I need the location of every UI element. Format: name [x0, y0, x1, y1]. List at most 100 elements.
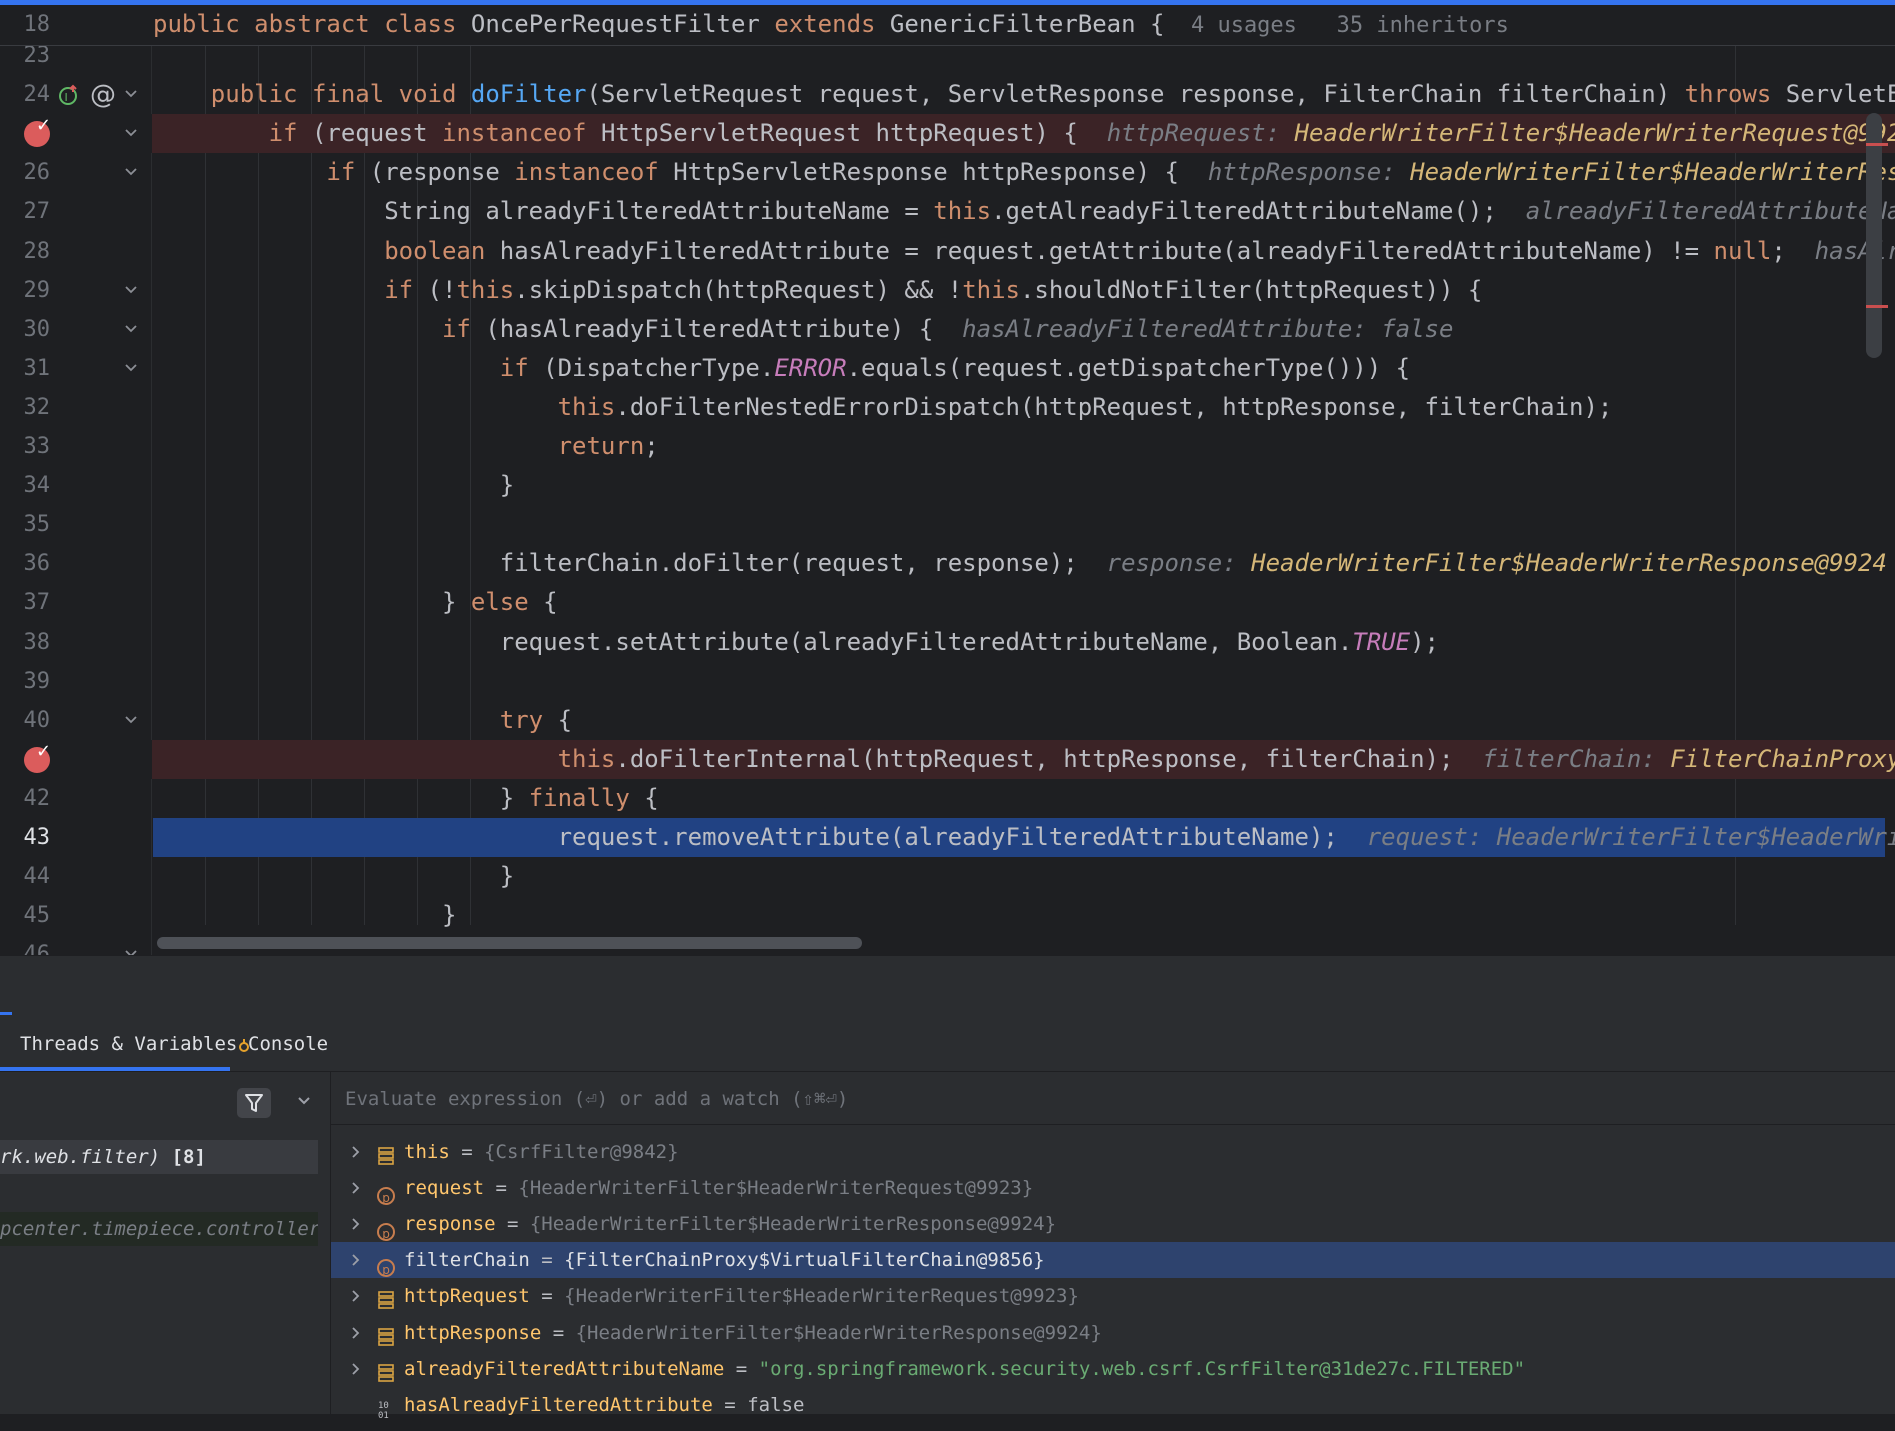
fold-chevron-icon[interactable] — [122, 358, 140, 376]
line-number[interactable]: 31 — [0, 349, 51, 388]
code-token: request.setAttribute(alreadyFilteredAttr… — [153, 627, 1353, 656]
line-number[interactable]: 27 — [0, 192, 51, 231]
fold-chevron-icon[interactable] — [122, 280, 140, 298]
override-gutter-icon[interactable]: I — [58, 84, 80, 106]
code-line[interactable]: 44 } — [0, 857, 1895, 896]
evaluate-expression-input[interactable] — [343, 1082, 1847, 1116]
variable-row[interactable]: this = {CsrfFilter@9842} — [331, 1134, 1895, 1170]
code-token: .getAlreadyFilteredAttributeName(); — [991, 197, 1526, 226]
code-token: hasAlreadyFilteredAttribute = request.ge… — [499, 236, 1714, 265]
panel-splitter[interactable] — [0, 955, 1895, 1016]
code-editor[interactable]: 23 24 I @ public final void doFilter(Servle… — [0, 0, 1895, 955]
annotation-gutter-icon[interactable]: @ — [90, 80, 116, 110]
code-line[interactable]: 45 } — [0, 896, 1895, 935]
error-stripe-mark[interactable] — [1866, 143, 1888, 146]
current-execution-line[interactable]: 43 request.removeAttribute(alreadyFilter… — [24, 818, 1895, 857]
code-line[interactable]: 37 } else { — [0, 583, 1895, 622]
field-icon — [377, 1286, 395, 1310]
inheritors-hint[interactable]: 35 inheritors — [1297, 13, 1509, 38]
equals-sign: = — [449, 1141, 485, 1163]
variable-value: {HeaderWriterFilter$HeaderWriterRequest@… — [518, 1177, 1034, 1200]
error-stripe-mark[interactable] — [1866, 305, 1888, 308]
variable-row[interactable]: p request = {HeaderWriterFilter$HeaderWri… — [331, 1170, 1895, 1206]
line-number[interactable]: 37 — [0, 583, 51, 622]
variable-row[interactable]: httpRequest = {HeaderWriterFilter$Header… — [331, 1278, 1895, 1314]
code-token: { — [557, 705, 573, 734]
vertical-scrollbar[interactable] — [1866, 113, 1882, 358]
code-line[interactable]: 42 } finally { — [0, 779, 1895, 818]
code-token: (hasAlreadyFilteredAttribute) { — [485, 314, 963, 343]
code-token: (! — [427, 275, 457, 304]
code-token: FilterChainProxy$VirtualFi — [1670, 744, 1895, 773]
frame-item[interactable]: pcenter.timepiece.controller) — [0, 1212, 318, 1246]
code-token: finally — [528, 783, 645, 812]
variable-row[interactable]: p filterChain = {FilterChainProxy$Virtual… — [331, 1242, 1895, 1279]
code-token: hasAlreadyFilteredAttribute: false — [962, 314, 1454, 343]
line-number[interactable]: 39 — [0, 662, 51, 701]
tab-threads-variables[interactable]: Threads & Variables — [20, 1015, 237, 1071]
fold-chevron-icon[interactable] — [122, 84, 140, 102]
line-number[interactable]: 38 — [0, 623, 51, 662]
line-number[interactable]: 42 — [0, 779, 51, 818]
tab-console[interactable]: Console — [248, 1015, 328, 1071]
fold-chevron-icon[interactable] — [122, 319, 140, 337]
breakpoint-line[interactable]: ✓ this.doFilterInternal(httpRequest, htt… — [0, 739, 1895, 779]
code-line[interactable]: 26 if (response instanceof HttpServletRe… — [0, 153, 1895, 192]
line-number[interactable]: 45 — [0, 896, 51, 935]
code-line[interactable]: 31 if (DispatcherType.ERROR.equals(reque… — [0, 349, 1895, 388]
code-line[interactable]: 36 filterChain.doFilter(request, respons… — [0, 544, 1895, 583]
variable-value: {CsrfFilter@9842} — [484, 1141, 679, 1163]
line-number[interactable]: 28 — [0, 232, 51, 271]
code-line[interactable]: 34 } — [0, 466, 1895, 505]
code-line[interactable]: 35 — [0, 505, 1895, 544]
line-number[interactable]: 35 — [0, 505, 51, 544]
code-line[interactable]: 24 I @ public final void doFilter(ServletR… — [0, 75, 1895, 114]
line-number[interactable]: 32 — [0, 388, 51, 427]
variable-row[interactable]: alreadyFilteredAttributeName = "org.spri… — [331, 1351, 1895, 1387]
breakpoint-line[interactable]: ✓ if (request instanceof HttpServletRequ… — [0, 114, 1895, 154]
code-line[interactable]: 40 try { — [0, 701, 1895, 740]
line-number[interactable]: 33 — [0, 427, 51, 466]
filter-button[interactable] — [237, 1088, 271, 1118]
variable-row[interactable]: httpResponse = {HeaderWriterFilter$Heade… — [331, 1315, 1895, 1351]
code-line[interactable]: 32 this.doFilterNestedErrorDispatch(http… — [0, 388, 1895, 427]
code-token: doFilter — [470, 80, 587, 109]
frame-item[interactable]: rk.web.filter) [8] — [0, 1140, 318, 1174]
line-number[interactable]: 40 — [0, 701, 51, 740]
sticky-header-line[interactable]: 18 public abstract class OncePerRequestF… — [0, 5, 1895, 46]
fold-chevron-icon[interactable] — [122, 944, 140, 955]
line-number[interactable]: 34 — [0, 466, 51, 505]
line-number[interactable]: 26 — [0, 153, 51, 192]
usages-hint[interactable]: 4 usages — [1164, 13, 1297, 38]
code-token: HeaderWriterFilter$HeaderWriterRequest@9… — [1294, 119, 1895, 148]
code-token: httpResponse: — [1207, 158, 1411, 187]
variable-entry: httpRequest = {HeaderWriterFilter$Header… — [404, 1278, 1079, 1314]
fold-chevron-icon[interactable] — [122, 123, 140, 141]
code-token: HttpServletRequest httpRequest) { — [600, 119, 1107, 148]
code-token: if — [153, 353, 544, 382]
code-line[interactable]: 29 if (!this.skipDispatch(httpRequest) &… — [0, 271, 1895, 310]
code-line[interactable]: 38 request.setAttribute(alreadyFilteredA… — [0, 623, 1895, 662]
code-line[interactable]: 39 — [0, 662, 1895, 701]
code-token: (request — [311, 119, 442, 148]
variable-name: hasAlreadyFilteredAttribute — [404, 1393, 713, 1416]
line-number[interactable]: 24 — [0, 75, 51, 114]
horizontal-scrollbar[interactable] — [157, 937, 862, 949]
line-number[interactable]: 30 — [0, 310, 51, 349]
code-line[interactable]: 33 return; — [0, 427, 1895, 466]
fold-chevron-icon[interactable] — [122, 710, 140, 728]
chevron-down-icon[interactable] — [296, 1092, 312, 1113]
code-line[interactable]: 27 String alreadyFilteredAttributeName =… — [0, 192, 1895, 231]
code-text: if (request instanceof HttpServletReques… — [153, 114, 1895, 153]
variable-row[interactable]: p response = {HeaderWriterFilter$HeaderWr… — [331, 1206, 1895, 1242]
variable-row[interactable]: 10 01 hasAlreadyFilteredAttribute = false — [331, 1387, 1895, 1423]
line-number[interactable]: 36 — [0, 544, 51, 583]
code-token: hasAlreadyFilter — [1814, 236, 1895, 265]
line-number[interactable]: 44 — [0, 857, 51, 896]
line-number[interactable]: 46 — [0, 935, 51, 955]
line-number[interactable]: 43 — [0, 818, 51, 857]
fold-chevron-icon[interactable] — [122, 162, 140, 180]
code-line[interactable]: 30 if (hasAlreadyFilteredAttribute) { ha… — [0, 310, 1895, 349]
line-number[interactable]: 29 — [0, 271, 51, 310]
code-line[interactable]: 28 boolean hasAlreadyFilteredAttribute =… — [0, 232, 1895, 271]
